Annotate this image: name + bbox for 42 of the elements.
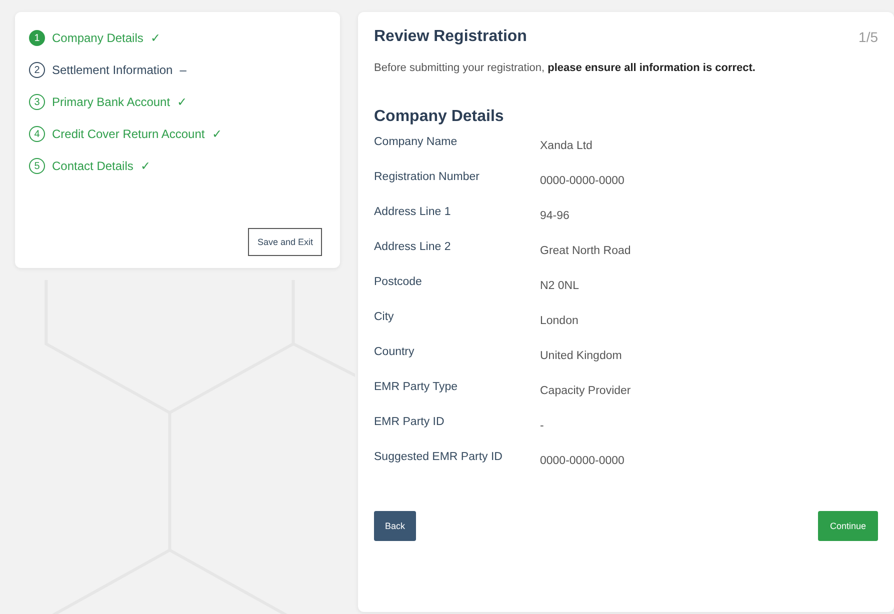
field-value: Capacity Provider	[540, 384, 631, 397]
step-number: 1	[29, 30, 45, 46]
field-label: Country	[374, 346, 416, 360]
step-label[interactable]: Contact Details	[52, 159, 134, 173]
page-title: Review Registration	[374, 28, 527, 46]
field-value: Xanda Ltd	[540, 139, 592, 152]
step-label[interactable]: Credit Cover Return Account	[52, 127, 205, 141]
intro-text: Before submitting your registration, please ensure all information is correct.	[374, 62, 756, 74]
field-label: City	[374, 311, 395, 325]
field-label: Address Line 1	[374, 206, 452, 220]
field-label: Suggested EMR Party ID	[374, 451, 504, 465]
step-status-mark: ✓	[150, 31, 160, 45]
step-status-mark: ✓	[212, 127, 222, 141]
step-number: 2	[29, 62, 45, 78]
step-number: 5	[29, 158, 45, 174]
step-status-mark: ✓	[140, 159, 150, 173]
field-value: N2 0NL	[540, 279, 579, 292]
step-number: 4	[29, 126, 45, 142]
field-value: United Kingdom	[540, 349, 622, 362]
field-value: 94-96	[540, 209, 570, 222]
back-button[interactable]: Back	[374, 511, 416, 541]
step-label[interactable]: Company Details	[52, 31, 144, 45]
save-and-exit-button[interactable]: Save and Exit	[248, 228, 322, 256]
field-label: Postcode	[374, 276, 423, 290]
field-value: -	[540, 419, 544, 432]
field-value: Great North Road	[540, 244, 631, 257]
field-label: EMR Party ID	[374, 416, 446, 430]
section-heading: Company Details	[374, 108, 505, 126]
field-label: Company Name	[374, 136, 458, 150]
page-counter: 1/5	[858, 29, 878, 45]
field-label: Address Line 2	[374, 241, 452, 255]
field-value: 0000-0000-0000	[540, 174, 624, 187]
step-status-mark: ✓	[177, 95, 188, 109]
step-label[interactable]: Settlement Information	[52, 63, 173, 77]
step-label[interactable]: Primary Bank Account	[52, 95, 170, 109]
field-label: EMR Party Type	[374, 381, 459, 395]
field-value: 0000-0000-0000	[540, 454, 624, 467]
field-label: Registration Number	[374, 171, 480, 185]
field-value: London	[540, 314, 578, 327]
step-number: 3	[29, 94, 45, 110]
continue-button[interactable]: Continue	[818, 511, 878, 541]
step-status-mark: –	[180, 63, 186, 77]
